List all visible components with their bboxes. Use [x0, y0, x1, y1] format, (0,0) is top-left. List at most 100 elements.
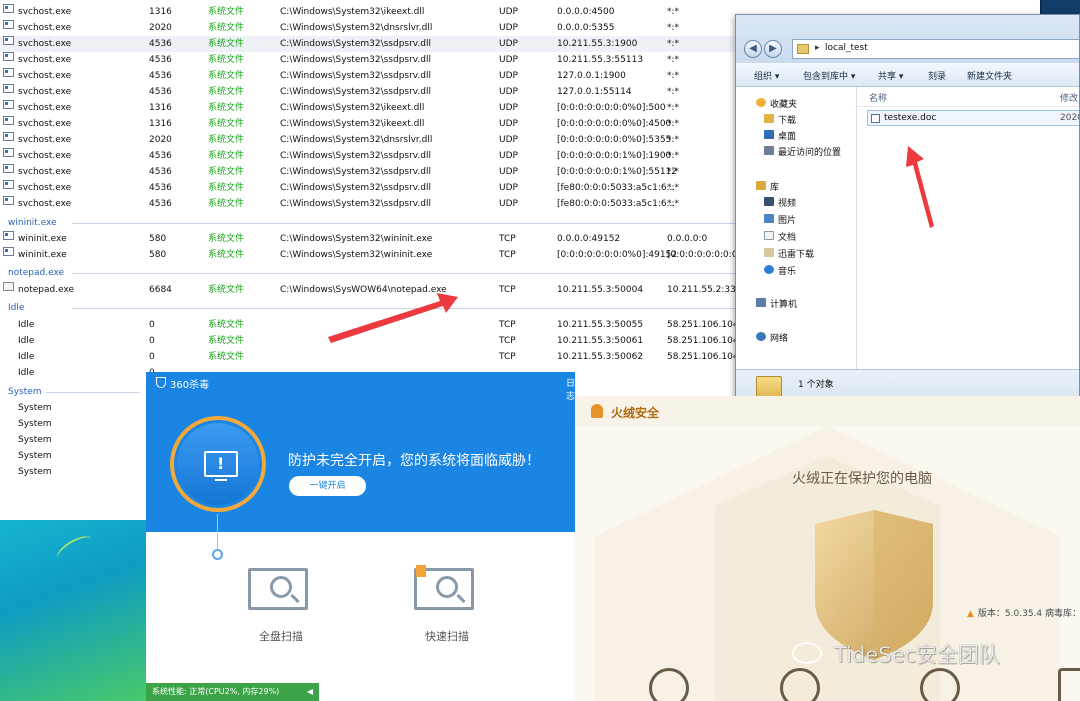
cell-name: svchost.exe — [18, 135, 72, 145]
nav-network[interactable]: 网络 — [770, 331, 788, 344]
group-header[interactable]: wininit.exe — [8, 215, 57, 231]
cell-remote: *:* — [667, 23, 680, 33]
nav-documents[interactable]: 文档 — [778, 230, 796, 243]
av360-window[interactable]: 360杀毒 日志 设置 反馈 👕 ▾ — ✕ 防护未完全开启，您的系统将面临威胁… — [146, 372, 575, 701]
ring-inner — [174, 420, 262, 508]
thunder-download-icon — [764, 248, 774, 257]
cell-pid: 4536 — [149, 87, 172, 97]
file-item[interactable]: testexe.doc 2020 — [867, 110, 1079, 126]
nav-downloads[interactable]: 下载 — [778, 113, 796, 126]
cell-name: svchost.exe — [18, 7, 72, 17]
doc-file-icon — [871, 114, 880, 123]
cell-local: 127.0.0.1:1900 — [557, 71, 626, 81]
nav-music[interactable]: 音乐 — [778, 264, 796, 277]
system-performance-status[interactable]: 系统性能: 正常(CPU2%, 内存29%) ◀ — [146, 683, 319, 701]
table-row[interactable]: System — [0, 400, 140, 416]
explorer-window[interactable]: ◀ ▶ ▸ local_test 组织 ▾ 包含到库中 ▾ 共享 ▾ 刻录 新建… — [735, 14, 1080, 410]
cell-proto: UDP — [499, 135, 518, 145]
cell-name: svchost.exe — [18, 183, 72, 193]
table-row[interactable]: System — [0, 448, 140, 464]
cell-type: 系统文件 — [208, 151, 245, 161]
toolbar-organize[interactable]: 组织 ▾ — [754, 69, 779, 82]
back-arrow-icon[interactable]: ◀ — [744, 40, 762, 58]
toolbar-share[interactable]: 共享 ▾ — [878, 69, 903, 82]
cell-name: Idle — [18, 336, 35, 346]
nav-pictures[interactable]: 图片 — [778, 213, 796, 226]
user-group-icon[interactable] — [920, 668, 960, 701]
cell-type: 系统文件 — [208, 71, 245, 81]
cell-remote: *:* — [667, 119, 680, 129]
picture-icon — [764, 214, 774, 223]
nav-desktop[interactable]: 桌面 — [778, 129, 796, 142]
nav-library[interactable]: 库 — [770, 180, 779, 193]
group-header[interactable]: notepad.exe — [8, 265, 64, 281]
address-path-field[interactable]: ▸ local_test — [792, 39, 1079, 59]
nav-favorites[interactable]: 收藏夹 — [770, 97, 797, 110]
nav-videos[interactable]: 视频 — [778, 196, 796, 209]
version-info: ▲ 版本：5.0.35.4 病毒库： — [967, 606, 1080, 619]
quick-scan-label: 快速扫描 — [425, 630, 469, 643]
star-icon — [756, 98, 766, 107]
cell-proto: UDP — [499, 39, 518, 49]
toolbar-include-library[interactable]: 包含到库中 ▾ — [803, 69, 855, 82]
cell-local: 10.211.55.3:50062 — [557, 352, 644, 362]
cell-proto: UDP — [499, 119, 518, 129]
notepad-icon — [3, 282, 14, 291]
cell-name: Idle — [18, 368, 35, 378]
quick-scan-button[interactable]: 快速扫描 — [412, 565, 482, 648]
cell-path: C:\Windows\System32\dnsrslvr.dll — [280, 135, 433, 145]
group-header[interactable]: Idle — [8, 300, 24, 316]
full-scan-button[interactable]: 全盘扫描 — [246, 568, 316, 648]
cell-type: 系统文件 — [208, 7, 245, 17]
object-count: 1 个对象 — [798, 380, 834, 390]
cell-proto: UDP — [499, 199, 518, 209]
apps-grid-icon[interactable] — [1058, 668, 1080, 701]
table-row[interactable]: System — [0, 432, 140, 448]
table-row[interactable]: System — [0, 416, 140, 432]
forward-arrow-icon[interactable]: ▶ — [764, 40, 782, 58]
group-header[interactable]: System — [8, 384, 42, 400]
cell-path: C:\Windows\System32\wininit.exe — [280, 250, 433, 260]
cell-proto: UDP — [499, 71, 518, 81]
column-name[interactable]: 名称 — [869, 91, 887, 104]
expand-arrow-icon: ◀ — [306, 687, 313, 696]
cell-remote: 0.0.0.0:0 — [667, 234, 708, 244]
process-icon — [3, 52, 14, 61]
document-icon — [764, 231, 774, 240]
process-icon — [3, 132, 14, 141]
column-modified[interactable]: 修改 — [1060, 91, 1078, 104]
one-click-enable-button[interactable]: 一键开启 — [289, 476, 366, 496]
toolbar-burn[interactable]: 刻录 — [928, 69, 946, 82]
nav-computer[interactable]: 计算机 — [770, 297, 797, 310]
av360-menu-log[interactable]: 日志 — [566, 376, 575, 402]
cell-pid: 4536 — [149, 151, 172, 161]
cell-local: 10.211.55.3:55113 — [557, 55, 644, 65]
file-list-header: 名称 修改 — [857, 87, 1079, 107]
process-icon — [3, 4, 14, 13]
cell-remote: *:* — [667, 135, 680, 145]
table-row[interactable]: System — [0, 464, 140, 480]
process-icon — [3, 148, 14, 157]
speed-bolt-icon[interactable] — [649, 668, 689, 701]
cell-type: 系统文件 — [208, 234, 245, 244]
version-text: 版本：5.0.35.4 病毒库： — [977, 609, 1080, 619]
cell-remote: *:* — [667, 39, 680, 49]
cell-remote: *:* — [667, 199, 680, 209]
timeline-dot — [212, 549, 223, 560]
cell-local: 0.0.0.0:49152 — [557, 234, 621, 244]
library-icon — [756, 181, 766, 190]
breadcrumb-separator-icon: ▸ — [815, 43, 820, 53]
nav-thunder-download[interactable]: 迅雷下载 — [778, 247, 814, 260]
monitor-stand — [215, 479, 227, 481]
explorer-address-bar: ◀ ▶ ▸ local_test — [736, 15, 1079, 63]
group-divider — [46, 392, 140, 393]
protection-plus-icon[interactable] — [780, 668, 820, 701]
cell-pid: 2020 — [149, 23, 172, 33]
cell-remote: *:* — [667, 87, 680, 97]
cell-path: C:\Windows\System32\ikeext.dll — [280, 119, 425, 129]
cell-local: [0:0:0:0:0:0:0:0%0]:49152 — [557, 250, 677, 260]
nav-recent[interactable]: 最近访问的位置 — [778, 145, 841, 158]
cell-name: Idle — [18, 320, 35, 330]
toolbar-new-folder[interactable]: 新建文件夹 — [967, 69, 1012, 82]
magnifier-icon — [270, 576, 292, 598]
